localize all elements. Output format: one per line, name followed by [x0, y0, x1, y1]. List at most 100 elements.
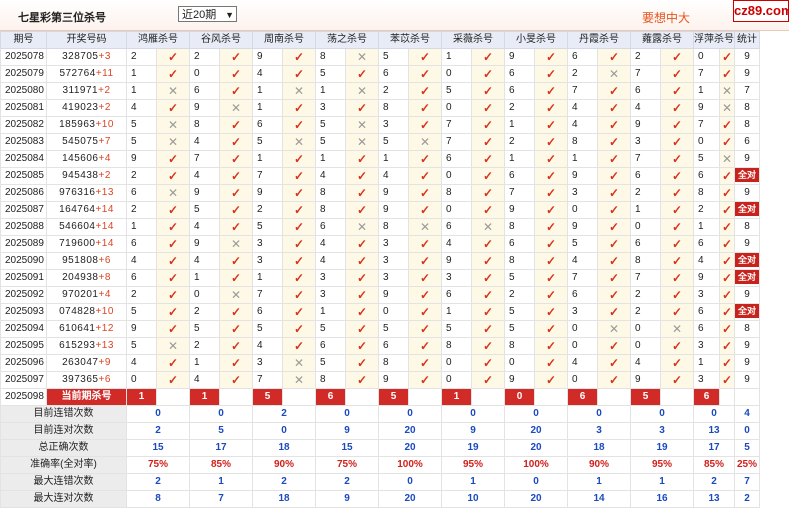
kill-value: 2: [126, 286, 157, 304]
kill-value: 4: [315, 167, 346, 185]
kill-value: 6: [126, 184, 157, 202]
check-icon: ✓: [167, 305, 179, 319]
check-icon: ✓: [660, 184, 694, 202]
check-icon: ✓: [534, 133, 568, 151]
kill-value: 6: [567, 286, 598, 304]
check-icon: ✓: [230, 271, 242, 285]
row-count: 7: [733, 82, 761, 100]
stat-value: 17: [693, 439, 735, 457]
check-icon: ✓: [482, 84, 494, 98]
draw-number: 164764: [59, 204, 96, 215]
check-icon: ✓: [282, 167, 316, 185]
kill-value: 2: [630, 286, 661, 304]
kill-value: 0: [693, 133, 720, 151]
check-icon: ✓: [597, 252, 631, 270]
check-icon: ✓: [608, 50, 620, 64]
check-icon: ✓: [719, 286, 735, 304]
check-icon: ✓: [293, 152, 305, 166]
stat-value: 2: [126, 473, 190, 491]
stat-value: 0: [567, 405, 631, 423]
kill-value: 5: [693, 150, 720, 168]
check-icon: ✓: [534, 337, 568, 355]
stat-row: 总正确次数 15 17 18 15 20 19 20 18 19 17 5: [0, 439, 761, 457]
period-cell: 2025092: [0, 286, 47, 304]
promo-text[interactable]: 要想中大: [642, 9, 690, 26]
check-icon: ✓: [660, 150, 694, 168]
check-icon: ✓: [534, 218, 568, 236]
check-icon: ✓: [534, 167, 568, 185]
check-icon: ✓: [408, 167, 442, 185]
kill-value: 0: [189, 65, 220, 83]
check-icon: ✓: [345, 354, 379, 372]
check-icon: ✓: [597, 150, 631, 168]
check-icon: ✓: [230, 135, 242, 149]
check-icon: ✓: [167, 152, 179, 166]
check-icon: ✓: [719, 184, 735, 202]
draw-number-cell: 397365+6: [46, 371, 127, 389]
check-icon: ✓: [671, 237, 683, 251]
kill-value: 9: [693, 99, 720, 117]
check-icon: ✓: [660, 82, 694, 100]
kill-value: 9: [693, 269, 720, 287]
check-icon: ✓: [660, 252, 694, 270]
kill-value: 9: [378, 371, 409, 389]
kill-value: 0: [504, 354, 535, 372]
check-icon: ✓: [534, 150, 568, 168]
cross-icon: ✕: [293, 356, 305, 370]
column-header: 苯苡杀号: [378, 31, 442, 49]
check-icon: ✓: [471, 201, 505, 219]
check-icon: ✓: [356, 203, 368, 217]
kill-value: 2: [567, 65, 598, 83]
check-icon: ✓: [356, 288, 368, 302]
check-icon: ✓: [534, 184, 568, 202]
period-cell: 2025095: [0, 337, 47, 355]
check-icon: ✓: [230, 169, 242, 183]
cross-icon: ✕: [408, 133, 442, 151]
check-icon: ✓: [345, 150, 379, 168]
period-cell: 2025083: [0, 133, 47, 151]
kill-value: 7: [630, 65, 661, 83]
current-kill-spacer: [408, 388, 442, 406]
site-badge[interactable]: cz89.com: [733, 0, 789, 22]
check-icon: ✓: [608, 203, 620, 217]
check-icon: ✓: [282, 48, 316, 66]
draw-number: 719600: [59, 238, 96, 249]
stat-value: 2: [252, 405, 316, 423]
check-icon: ✓: [356, 101, 368, 115]
draw-number: 328705: [62, 51, 99, 62]
kill-value: 0: [630, 320, 661, 338]
row-count: 9: [733, 48, 761, 66]
draw-number-cell: 185963+10: [46, 116, 127, 134]
kill-value: 2: [189, 303, 220, 321]
check-icon: ✓: [671, 271, 683, 285]
kill-value: 6: [567, 48, 598, 66]
stat-value: 95%: [630, 456, 694, 474]
cross-icon: ✕: [345, 218, 379, 236]
check-icon: ✓: [482, 67, 494, 81]
cross-icon: ✕: [608, 322, 620, 336]
check-icon: ✓: [534, 303, 568, 321]
period-range-select[interactable]: 近20期 ▼: [178, 6, 237, 22]
check-icon: ✓: [597, 337, 631, 355]
check-icon: ✓: [597, 48, 631, 66]
draw-number: 945438: [62, 170, 99, 181]
check-icon: ✓: [230, 50, 242, 64]
check-icon: ✓: [293, 305, 305, 319]
check-icon: ✓: [156, 150, 190, 168]
cross-icon: ✕: [721, 101, 733, 115]
row-count: 9: [733, 235, 761, 253]
check-icon: ✓: [156, 65, 190, 83]
check-icon: ✓: [230, 220, 242, 234]
kill-value: 1: [126, 82, 157, 100]
check-icon: ✓: [471, 303, 505, 321]
check-icon: ✓: [167, 50, 179, 64]
stat-value: 85%: [189, 456, 253, 474]
row-count: 全对: [733, 201, 761, 219]
draw-number: 419023: [62, 102, 99, 113]
stat-value: 90%: [567, 456, 631, 474]
kill-value: 5: [126, 116, 157, 134]
draw-number-cell: 419023+2: [46, 99, 127, 117]
stat-value: 15: [315, 439, 379, 457]
draw-number-cell: 546604+14: [46, 218, 127, 236]
check-icon: ✓: [219, 48, 253, 66]
